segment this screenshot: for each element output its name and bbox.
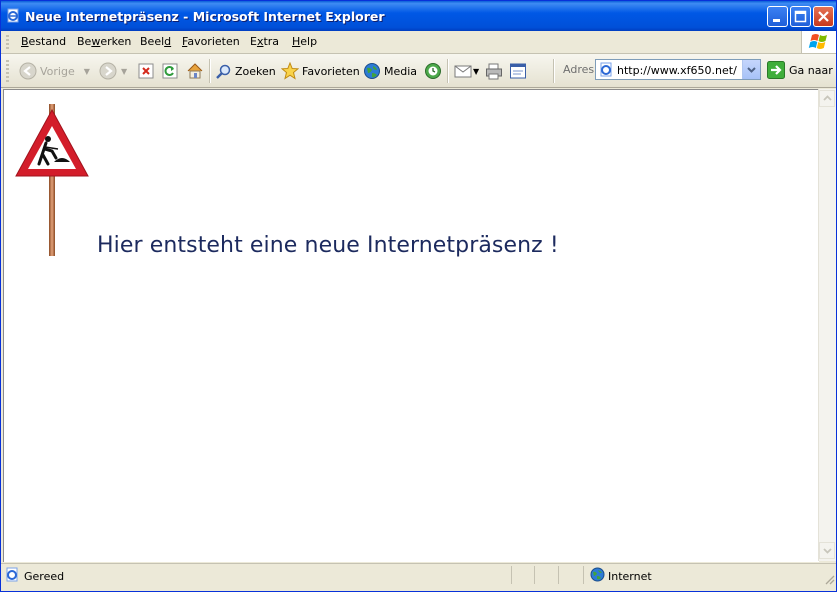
- toolbar-separator: [553, 59, 555, 83]
- forward-dropdown-icon[interactable]: ▼: [121, 67, 127, 76]
- edit-button[interactable]: [509, 61, 527, 81]
- ie-window: Neue Internetpräsenz - Microsoft Interne…: [0, 0, 837, 592]
- status-pane: [511, 566, 512, 584]
- print-button[interactable]: [485, 61, 503, 81]
- forward-button[interactable]: ▼: [99, 61, 127, 81]
- page-headline: Hier entsteht eine neue Internetpräsenz …: [97, 233, 559, 258]
- menu-favorieten[interactable]: Favorieten: [182, 35, 240, 48]
- menu-bewerken[interactable]: Bewerken: [77, 35, 131, 48]
- search-button[interactable]: Zoeken: [215, 61, 276, 81]
- maximize-button[interactable]: [790, 6, 811, 27]
- media-button[interactable]: Media: [363, 61, 417, 81]
- close-icon: [818, 11, 829, 22]
- menu-grip[interactable]: [6, 35, 9, 50]
- scroll-up-button[interactable]: [819, 90, 835, 107]
- mail-dropdown-icon[interactable]: ▼: [473, 67, 479, 76]
- menu-bar: Bestand Bewerken Beeld Favorieten Extra …: [1, 31, 836, 54]
- search-icon: [216, 64, 231, 79]
- menu-help[interactable]: Help: [292, 35, 317, 48]
- home-icon: [187, 63, 203, 79]
- stop-button[interactable]: [138, 61, 154, 81]
- status-text: Gereed: [24, 570, 65, 583]
- go-button[interactable]: Ga naar: [767, 61, 833, 79]
- page-content: Hier entsteht eine neue Internetpräsenz …: [3, 89, 819, 562]
- minimize-button[interactable]: [767, 6, 788, 27]
- maximize-icon: [794, 10, 807, 23]
- address-label: Adres: [563, 63, 595, 76]
- title-bar[interactable]: Neue Internetpräsenz - Microsoft Interne…: [1, 1, 836, 31]
- forward-arrow-icon: [99, 62, 117, 80]
- mail-button[interactable]: ▼: [454, 61, 479, 81]
- address-input[interactable]: http://www.xf650.net/: [595, 59, 761, 80]
- menu-beeld[interactable]: Beeld: [140, 35, 171, 48]
- status-pane: [534, 566, 535, 584]
- internet-globe-icon: [590, 567, 605, 582]
- toolbar-separator: [447, 59, 449, 83]
- history-icon: [425, 63, 441, 79]
- window-title: Neue Internetpräsenz - Microsoft Interne…: [25, 9, 385, 24]
- toolbar-separator: [209, 59, 211, 83]
- ie-page-icon: [600, 62, 612, 77]
- refresh-button[interactable]: [162, 61, 178, 81]
- mail-icon: [454, 65, 472, 78]
- chevron-down-icon: [747, 67, 756, 73]
- address-url: http://www.xf650.net/: [617, 64, 737, 77]
- back-button[interactable]: Vorige ▼: [19, 61, 90, 81]
- chevron-up-icon: [823, 95, 832, 101]
- ie-page-icon: [6, 567, 18, 582]
- go-arrow-icon: [767, 61, 785, 79]
- menu-bestand[interactable]: Bestand: [21, 35, 66, 48]
- favorites-button[interactable]: Favorieten: [281, 61, 360, 81]
- address-dropdown-button[interactable]: [742, 60, 760, 79]
- back-dropdown-icon[interactable]: ▼: [84, 67, 90, 76]
- toolbar-grip[interactable]: [6, 60, 9, 82]
- stop-icon: [138, 63, 154, 79]
- back-arrow-icon: [19, 62, 37, 80]
- vertical-scrollbar[interactable]: [818, 89, 836, 561]
- status-bar: Gereed Internet: [1, 563, 836, 591]
- edit-page-icon: [510, 63, 526, 79]
- windows-flag-icon: [808, 34, 827, 49]
- close-button[interactable]: [813, 6, 834, 27]
- refresh-icon: [162, 63, 178, 79]
- media-globe-icon: [364, 63, 380, 79]
- status-pane: [558, 566, 559, 584]
- menu-extra[interactable]: Extra: [250, 35, 279, 48]
- status-pane: [583, 566, 584, 584]
- ie-page-icon: [7, 8, 19, 23]
- star-icon: [281, 62, 299, 80]
- printer-icon: [486, 63, 502, 80]
- home-button[interactable]: [186, 61, 204, 81]
- history-button[interactable]: [424, 61, 442, 81]
- scroll-down-button[interactable]: [819, 542, 835, 559]
- minimize-icon: [773, 19, 780, 22]
- construction-sign-icon: [15, 104, 89, 256]
- resize-grip-icon[interactable]: [823, 573, 835, 585]
- windows-logo: [801, 31, 836, 53]
- chevron-down-icon: [823, 548, 832, 554]
- security-zone: Internet: [608, 570, 652, 583]
